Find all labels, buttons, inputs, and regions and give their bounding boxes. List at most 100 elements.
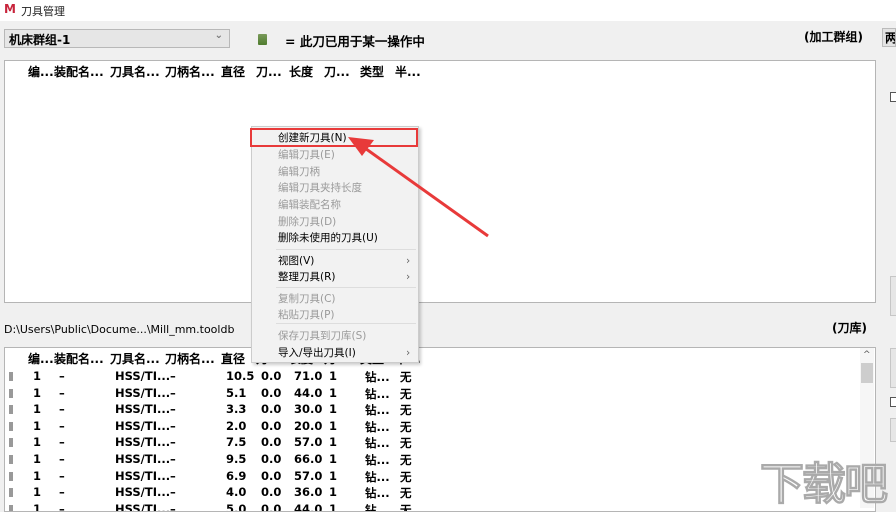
menu-item[interactable]: 删除未使用的刀具(U) xyxy=(278,230,378,246)
library-tool-list[interactable]: 编...装配名...刀具名...刀柄名...直径刀...长度刀...类型半...… xyxy=(4,347,876,512)
side-button[interactable]: 两 xyxy=(882,28,896,47)
menu-item[interactable]: 删除刀具(D) xyxy=(278,214,336,230)
menu-item[interactable]: 编辑刀具夹持长度 xyxy=(278,180,362,196)
table-cell[interactable]: 1 xyxy=(33,435,41,449)
table-cell[interactable]: 20.0 xyxy=(294,419,322,433)
table-cell[interactable]: 无 xyxy=(400,419,412,435)
table-cell[interactable]: – xyxy=(170,485,176,499)
table-cell[interactable]: 1 xyxy=(33,386,41,400)
scroll-up-icon[interactable]: ^ xyxy=(863,350,871,360)
column-header[interactable]: 刀... xyxy=(324,63,350,81)
table-cell[interactable]: – xyxy=(59,402,65,416)
column-header[interactable]: 刀具名... xyxy=(110,350,160,368)
menu-item[interactable]: 粘贴刀具(P) xyxy=(278,307,335,323)
table-cell[interactable]: – xyxy=(59,369,65,383)
table-cell[interactable]: HSS/TI... xyxy=(115,452,170,466)
table-cell[interactable]: 57.0 xyxy=(294,435,322,449)
table-cell[interactable]: 1 xyxy=(329,452,337,466)
table-cell[interactable]: 4.0 xyxy=(226,485,246,499)
table-cell[interactable]: – xyxy=(59,452,65,466)
table-cell[interactable]: HSS/TI... xyxy=(115,419,170,433)
table-cell[interactable]: HSS/TI... xyxy=(115,386,170,400)
table-cell[interactable]: 无 xyxy=(400,402,412,418)
table-cell[interactable]: 7.5 xyxy=(226,435,246,449)
table-cell[interactable]: 1 xyxy=(33,369,41,383)
table-cell[interactable]: 无 xyxy=(400,452,412,468)
column-header[interactable]: 装配名... xyxy=(54,63,104,81)
table-cell[interactable]: 1 xyxy=(33,469,41,483)
table-cell[interactable]: 71.0 xyxy=(294,369,322,383)
table-cell[interactable]: – xyxy=(170,402,176,416)
table-cell[interactable]: – xyxy=(59,386,65,400)
table-cell[interactable]: 1 xyxy=(329,485,337,499)
side-action-button[interactable] xyxy=(890,418,896,442)
menu-item[interactable]: 编辑刀具(E) xyxy=(278,147,335,163)
table-cell[interactable]: 6.9 xyxy=(226,469,246,483)
table-cell[interactable]: 0.0 xyxy=(261,419,281,433)
option-checkbox[interactable] xyxy=(890,397,896,407)
table-cell[interactable]: 0.0 xyxy=(261,369,281,383)
column-header[interactable]: 刀柄名... xyxy=(165,350,215,368)
table-cell[interactable]: 3.3 xyxy=(226,402,246,416)
menu-item[interactable]: 保存刀具到刀库(S) xyxy=(278,328,366,344)
table-cell[interactable]: 1 xyxy=(329,402,337,416)
table-cell[interactable]: 无 xyxy=(400,485,412,501)
table-cell[interactable]: 钻... xyxy=(365,485,390,501)
column-header[interactable]: 类型 xyxy=(360,63,384,81)
table-cell[interactable]: – xyxy=(170,435,176,449)
table-cell[interactable]: – xyxy=(170,369,176,383)
table-cell[interactable]: 0.0 xyxy=(261,386,281,400)
menu-item[interactable]: 复制刀具(C) xyxy=(278,291,336,307)
table-cell[interactable]: HSS/TI... xyxy=(115,435,170,449)
table-cell[interactable]: 1 xyxy=(329,469,337,483)
table-cell[interactable]: 钻... xyxy=(365,435,390,451)
table-cell[interactable]: 57.0 xyxy=(294,469,322,483)
menu-item[interactable]: 导入/导出刀具(I) › xyxy=(278,345,410,361)
table-cell[interactable]: 2.0 xyxy=(226,419,246,433)
table-cell[interactable]: 5.1 xyxy=(226,386,246,400)
table-cell[interactable]: 0.0 xyxy=(261,402,281,416)
table-cell[interactable]: 0.0 xyxy=(261,452,281,466)
table-cell[interactable]: 钻... xyxy=(365,386,390,402)
table-cell[interactable]: – xyxy=(59,485,65,499)
machine-group-select[interactable]: 机床群组-1 ⌄ xyxy=(4,29,230,48)
table-cell[interactable]: 10.5 xyxy=(226,369,254,383)
table-cell[interactable]: 钻... xyxy=(365,369,390,385)
table-cell[interactable]: HSS/TI... xyxy=(115,485,170,499)
table-cell[interactable]: HSS/TI... xyxy=(115,369,170,383)
table-cell[interactable]: HSS/TI... xyxy=(115,402,170,416)
table-cell[interactable]: 钻... xyxy=(365,452,390,468)
table-cell[interactable]: 钻... xyxy=(365,419,390,435)
table-cell[interactable]: 1 xyxy=(329,369,337,383)
table-cell[interactable]: 36.0 xyxy=(294,485,322,499)
table-cell[interactable]: 1 xyxy=(329,386,337,400)
column-header[interactable]: 直径 xyxy=(221,350,245,368)
table-cell[interactable]: 无 xyxy=(400,469,412,485)
table-cell[interactable]: HSS/TI... xyxy=(115,469,170,483)
table-cell[interactable]: 0.0 xyxy=(261,469,281,483)
column-header[interactable]: 长度 xyxy=(289,63,313,81)
table-cell[interactable]: – xyxy=(170,419,176,433)
side-action-button[interactable] xyxy=(890,276,896,316)
table-cell[interactable]: 0.0 xyxy=(261,435,281,449)
group-tool-list[interactable]: 编... 装配名... 刀具名... 刀柄名... 直径 刀... 长度 刀... 类型 半... xyxy=(4,60,876,303)
menu-item[interactable]: 视图(V) › xyxy=(278,253,410,269)
column-header[interactable]: 刀... xyxy=(256,63,282,81)
table-cell[interactable]: 1 xyxy=(33,485,41,499)
table-cell[interactable]: 无 xyxy=(400,435,412,451)
table-cell[interactable]: – xyxy=(59,435,65,449)
menu-item[interactable]: 编辑刀柄 xyxy=(278,164,320,180)
table-cell[interactable]: 66.0 xyxy=(294,452,322,466)
table-cell[interactable]: 30.0 xyxy=(294,402,322,416)
table-cell[interactable]: 钻... xyxy=(365,469,390,485)
table-cell[interactable]: 0.0 xyxy=(261,485,281,499)
column-header[interactable]: 半... xyxy=(395,63,421,81)
column-header[interactable]: 编... xyxy=(28,63,54,81)
table-cell[interactable]: – xyxy=(59,419,65,433)
table-cell[interactable]: 1 xyxy=(33,452,41,466)
table-cell[interactable]: 9.5 xyxy=(226,452,246,466)
table-cell[interactable]: 1 xyxy=(33,402,41,416)
table-cell[interactable]: 无 xyxy=(400,369,412,385)
column-header[interactable]: 刀具名... xyxy=(110,63,160,81)
column-header[interactable]: 直径 xyxy=(221,63,245,81)
